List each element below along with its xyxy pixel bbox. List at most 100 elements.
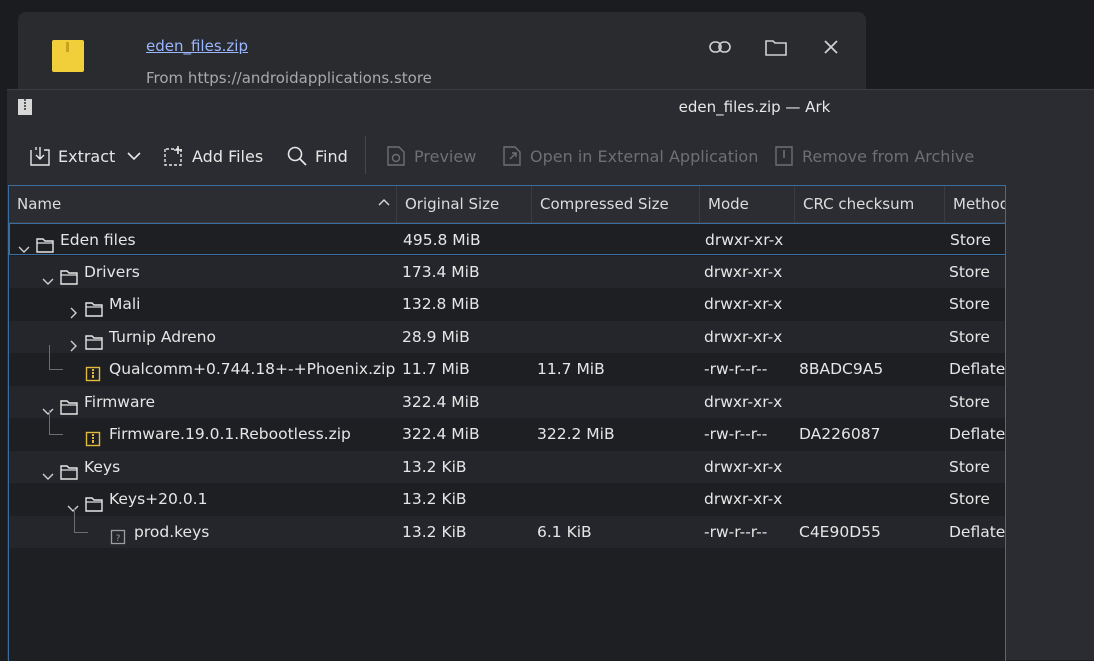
cell-name: Qualcomm+0.744.18+-+Phoenix.zip bbox=[67, 353, 395, 385]
zip-file-icon bbox=[85, 361, 103, 382]
table-row[interactable]: ? prod.keys 13.2 KiB 6.1 KiB -rw-r--r-- C4E90… bbox=[9, 507, 1006, 548]
cell-name: Firmware bbox=[42, 386, 155, 418]
cell-mode: drwxr-xr-x bbox=[704, 327, 783, 346]
cell-name: Keys bbox=[42, 451, 120, 483]
folder-icon bbox=[85, 329, 103, 350]
column-header-compressed-size[interactable]: Compressed Size bbox=[532, 186, 700, 222]
table-row[interactable]: Firmware 322.4 MiB drwxr-xr-x Store bbox=[9, 385, 1005, 418]
cell-mode: -rw-r--r-- bbox=[704, 425, 768, 443]
table-row[interactable]: Turnip Adreno 28.9 MiB drwxr-xr-x Store bbox=[9, 320, 1005, 353]
folder-icon bbox=[60, 459, 78, 480]
table-row[interactable]: Eden files 495.8 MiB drwxr-xr-x Store bbox=[9, 223, 1005, 255]
cell-mode: -rw-r--r-- bbox=[704, 360, 768, 378]
chevron-down-icon bbox=[127, 152, 141, 161]
copy-link-icon[interactable] bbox=[706, 34, 734, 60]
cell-method: Store bbox=[949, 295, 990, 313]
cell-original-size: 132.8 MiB bbox=[402, 295, 480, 313]
cell-name: Turnip Adreno bbox=[67, 321, 216, 353]
zip-file-icon bbox=[85, 426, 103, 447]
item-name: Drivers bbox=[84, 262, 140, 281]
ark-window: eden_files.zip — Ark Extract Add Files F… bbox=[7, 89, 1094, 661]
tree-line bbox=[49, 434, 63, 435]
table-row[interactable]: Drivers 173.4 MiB drwxr-xr-x Store bbox=[9, 255, 1005, 288]
extract-label: Extract bbox=[58, 146, 116, 166]
download-source: From https://androidapplications.store bbox=[146, 69, 432, 87]
title-bar: eden_files.zip — Ark bbox=[7, 90, 1094, 126]
chevron-down-icon[interactable] bbox=[42, 266, 54, 285]
preview-icon bbox=[387, 146, 405, 166]
item-name: Qualcomm+0.744.18+-+Phoenix.zip bbox=[109, 360, 396, 378]
cell-name: Drivers bbox=[42, 256, 140, 288]
open-folder-icon[interactable] bbox=[762, 34, 790, 60]
item-name: Mali bbox=[109, 295, 141, 313]
close-icon[interactable] bbox=[817, 34, 845, 60]
window-title: eden_files.zip — Ark bbox=[678, 98, 831, 116]
zip-file-icon bbox=[52, 40, 84, 72]
cell-mode: -rw-r--r-- bbox=[704, 522, 768, 541]
svg-text:?: ? bbox=[116, 534, 121, 544]
table-row[interactable]: Keys 13.2 KiB drwxr-xr-x Store bbox=[9, 450, 1005, 483]
chevron-down-icon[interactable] bbox=[42, 461, 54, 480]
extract-icon bbox=[30, 147, 50, 166]
table-header: Name Original Size Compressed Size Mode … bbox=[9, 186, 1005, 223]
folder-icon bbox=[85, 296, 103, 317]
table-row[interactable]: Qualcomm+0.744.18+-+Phoenix.zip 11.7 MiB 1… bbox=[9, 345, 1006, 385]
column-header-original-size[interactable]: Original Size bbox=[397, 186, 532, 222]
tree-line bbox=[74, 507, 75, 532]
cell-method: Deflate bbox=[949, 522, 1006, 541]
column-header-crc[interactable]: CRC checksum bbox=[795, 186, 945, 222]
cell-name: Keys+20.0.1 bbox=[67, 483, 207, 515]
column-header-name[interactable]: Name bbox=[9, 186, 397, 222]
find-label: Find bbox=[315, 146, 348, 166]
find-button[interactable]: Find bbox=[286, 140, 348, 172]
chevron-down-icon[interactable] bbox=[18, 234, 30, 253]
open-external-label: Open in External Application bbox=[530, 146, 759, 166]
chevron-down-icon[interactable] bbox=[67, 493, 79, 512]
table-row[interactable]: Keys+20.0.1 13.2 KiB drwxr-xr-x Store bbox=[9, 483, 1005, 515]
cell-method: Store bbox=[949, 262, 990, 281]
open-external-button[interactable]: Open in External Application bbox=[501, 140, 758, 172]
item-name: Firmware.19.0.1.Rebootless.zip bbox=[109, 425, 351, 443]
tree-line bbox=[49, 345, 50, 369]
cell-method: Deflate bbox=[949, 360, 1006, 378]
cell-crc: C4E90D55 bbox=[799, 522, 881, 541]
tree-line bbox=[49, 369, 63, 370]
remove-button[interactable]: Remove from Archive bbox=[773, 140, 974, 172]
item-name: Eden files bbox=[60, 231, 136, 249]
cell-original-size: 11.7 MiB bbox=[402, 360, 470, 378]
cell-method: Deflate bbox=[949, 425, 1006, 443]
column-header-mode[interactable]: Mode bbox=[700, 186, 795, 222]
folder-icon bbox=[85, 491, 103, 512]
download-filename-link[interactable]: eden_files.zip bbox=[146, 37, 248, 55]
cell-method: Store bbox=[949, 490, 990, 508]
cell-mode: drwxr-xr-x bbox=[704, 490, 783, 508]
add-files-button[interactable]: Add Files bbox=[163, 140, 263, 172]
table-row[interactable]: Firmware.19.0.1.Rebootless.zip 322.4 MiB 3… bbox=[9, 410, 1006, 450]
table-row[interactable]: Mali 132.8 MiB drwxr-xr-x Store bbox=[9, 288, 1005, 320]
cell-original-size: 495.8 MiB bbox=[403, 231, 481, 249]
cell-mode: drwxr-xr-x bbox=[704, 262, 783, 281]
item-name: Keys bbox=[84, 457, 121, 476]
cell-mode: drwxr-xr-x bbox=[704, 392, 783, 411]
chevron-right-icon[interactable] bbox=[67, 331, 79, 351]
add-files-label: Add Files bbox=[192, 146, 264, 166]
cell-compressed-size: 11.7 MiB bbox=[537, 360, 605, 378]
extract-menu-button[interactable] bbox=[127, 140, 141, 172]
cell-mode: drwxr-xr-x bbox=[705, 231, 784, 249]
cell-mode: drwxr-xr-x bbox=[704, 295, 783, 313]
folder-icon bbox=[60, 394, 78, 415]
column-header-method[interactable]: Method bbox=[945, 186, 1005, 222]
cell-original-size: 322.4 MiB bbox=[402, 425, 480, 443]
chevron-right-icon[interactable] bbox=[67, 298, 79, 319]
sort-ascending-icon bbox=[378, 199, 390, 206]
cell-original-size: 28.9 MiB bbox=[402, 327, 470, 346]
extract-button[interactable]: Extract bbox=[29, 140, 115, 172]
toolbar: Extract Add Files Find Preview Open in E… bbox=[7, 132, 1094, 180]
folder-icon bbox=[36, 232, 54, 253]
cell-original-size: 13.2 KiB bbox=[402, 522, 467, 541]
preview-button[interactable]: Preview bbox=[385, 140, 476, 172]
unknown-file-icon: ? bbox=[110, 524, 128, 544]
chevron-down-icon[interactable] bbox=[42, 396, 54, 415]
